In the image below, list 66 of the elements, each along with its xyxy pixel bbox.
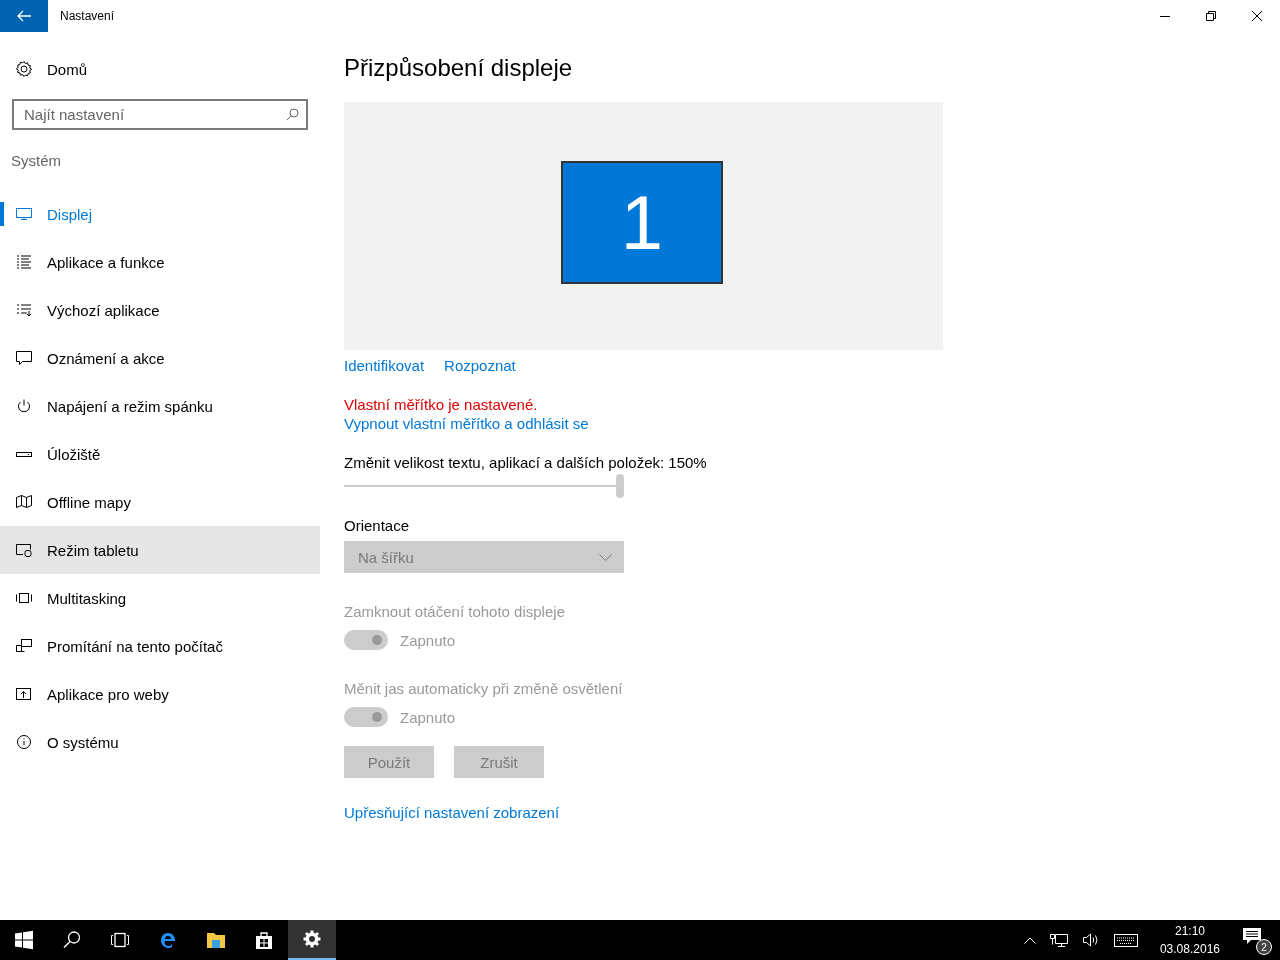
search-icon xyxy=(286,108,299,121)
chevron-down-icon xyxy=(599,553,612,561)
chevron-up-icon[interactable] xyxy=(1023,936,1036,944)
search-field[interactable]: Najít nastavení xyxy=(12,99,308,130)
window-title: Nastavení xyxy=(60,9,116,23)
search-icon xyxy=(62,930,82,950)
link[interactable]: Identifikovat xyxy=(344,357,425,374)
network-icon[interactable] xyxy=(1049,932,1068,948)
nav-item[interactable]: Napájení a režim spánku xyxy=(0,382,320,430)
monitor-tile[interactable]: 1 xyxy=(561,160,723,284)
warning-text: Vlastní měřítko je nastavené. xyxy=(344,396,538,413)
windows-logo-icon xyxy=(14,930,34,950)
clock-date: 03.08.2016 xyxy=(1159,941,1220,958)
nav-item[interactable]: Úložiště xyxy=(0,430,320,478)
power-icon xyxy=(15,398,33,414)
page-title: Přizpůsobení displeje xyxy=(344,54,573,82)
info-icon xyxy=(15,734,33,750)
browser-e-icon xyxy=(158,930,178,950)
home-link[interactable]: Domů xyxy=(47,60,87,78)
nav-item[interactable]: Výchozí aplikace xyxy=(0,286,320,334)
monitor-icon xyxy=(15,206,33,222)
map-icon xyxy=(15,494,33,510)
upload-box-icon xyxy=(15,686,33,702)
section-heading: Systém xyxy=(11,152,62,171)
toggle-state: Zapnuto xyxy=(400,708,456,726)
taskbar-button[interactable] xyxy=(288,920,336,960)
slider-thumb[interactable] xyxy=(616,474,624,498)
close-icon xyxy=(1252,11,1262,21)
speech-bubble-icon xyxy=(15,350,33,366)
nav-item[interactable]: Multitasking xyxy=(0,574,320,622)
nav-item[interactable]: Oznámení a akce xyxy=(0,334,320,382)
back-button[interactable] xyxy=(0,0,48,32)
notification-count: 2 xyxy=(1256,939,1272,955)
toggle-state: Zapnuto xyxy=(400,631,456,649)
link[interactable]: Vypnout vlastní měřítko a odhlásit se xyxy=(344,415,589,432)
nav-item[interactable]: Displej xyxy=(0,190,320,238)
back-arrow-icon xyxy=(17,10,31,22)
notification-icon[interactable] xyxy=(1242,927,1262,945)
clock[interactable]: 21:10 03.08.2016 xyxy=(1159,922,1220,958)
link[interactable]: Upřesňující nastavení zobrazení xyxy=(344,804,560,821)
shopping-bag-icon xyxy=(254,930,274,950)
scale-slider[interactable] xyxy=(344,474,624,500)
windows-stack-icon xyxy=(15,590,33,606)
task-view-icon xyxy=(110,930,130,950)
screens-icon xyxy=(15,638,33,654)
nav-item[interactable]: Promítání na tento počítač xyxy=(0,622,320,670)
clock-time: 21:10 xyxy=(1174,923,1205,940)
speaker-icon[interactable] xyxy=(1081,932,1100,948)
scale-label: Změnit velikost textu, aplikací a dalších položek: 150% xyxy=(344,454,707,471)
toggle-label: Zamknout otáčení tohoto displeje xyxy=(344,603,565,620)
nav-item[interactable]: Aplikace a funkce xyxy=(0,238,320,286)
settings-icon xyxy=(302,929,322,949)
restore-icon xyxy=(1206,11,1216,21)
nav-item[interactable]: Režim tabletu xyxy=(0,526,320,574)
toggle-label: Měnit jas automaticky při změně osvětlení xyxy=(344,680,623,697)
link[interactable]: Rozpoznat xyxy=(444,357,516,374)
nav-item[interactable]: Offline mapy xyxy=(0,478,320,526)
tablet-hand-icon xyxy=(15,542,33,558)
settings-icon xyxy=(15,60,33,78)
list-icon xyxy=(15,254,33,270)
folder-icon xyxy=(206,930,226,950)
list-arrow-icon xyxy=(15,302,33,318)
keyboard-icon[interactable] xyxy=(1113,933,1138,947)
orientation-label: Orientace xyxy=(344,517,410,534)
nav-item[interactable]: Aplikace pro weby xyxy=(0,670,320,718)
nav-item[interactable]: O systému xyxy=(0,718,320,766)
